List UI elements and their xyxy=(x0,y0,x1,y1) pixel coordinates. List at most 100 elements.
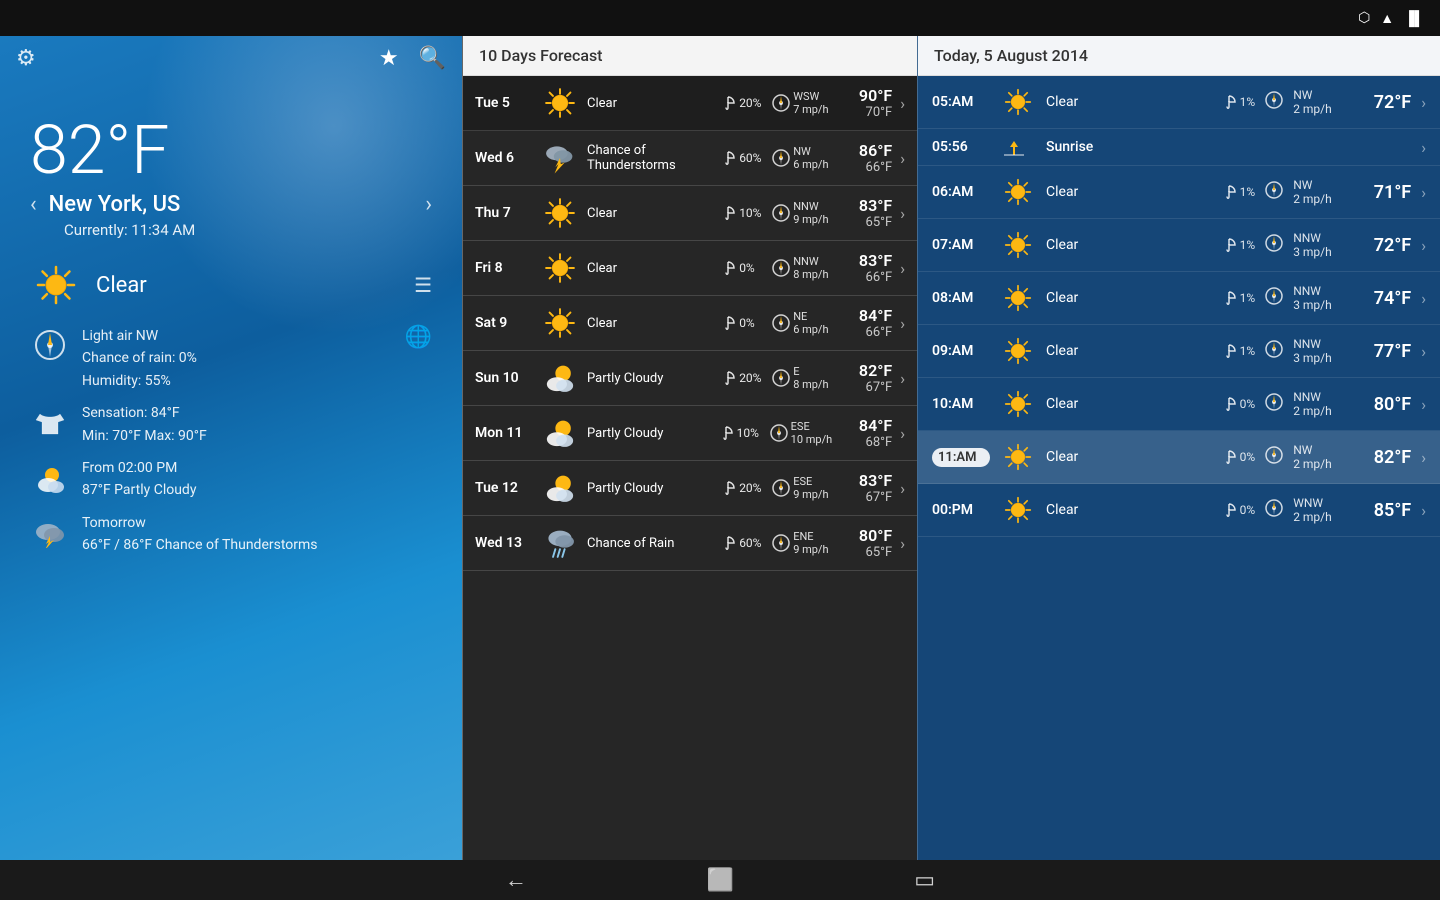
forecast-arrow: › xyxy=(900,479,905,498)
today-arrow: › xyxy=(1421,183,1426,202)
today-panel: Today, 5 August 2014 05:AM Clear 1% NW2 … xyxy=(917,36,1440,860)
today-item[interactable]: 07:AM Clear 1% NNW3 mp/h 72°F › xyxy=(918,219,1440,272)
today-item[interactable]: 09:AM Clear 1% NNW3 mp/h 77°F › xyxy=(918,325,1440,378)
forecast-date: Sun 10 xyxy=(475,370,533,386)
today-wind-info: NNW3 mp/h xyxy=(1293,284,1349,312)
forecast-temps: 84°F 66°F xyxy=(840,306,892,340)
forecast-rain: 20% xyxy=(720,480,764,496)
today-desc: Clear xyxy=(1046,449,1211,465)
forecast-wind: NNW9 mp/h xyxy=(772,200,832,226)
forecast-desc: Clear xyxy=(587,316,712,331)
globe-icon[interactable]: 🌐 xyxy=(405,325,432,350)
today-icon xyxy=(1000,492,1036,528)
sunrise-time: 05:56 xyxy=(932,139,990,155)
forecast-item[interactable]: Tue 12 Partly Cloudy 20% ESE9 mp/h 83°F … xyxy=(463,461,917,516)
battery-icon: ▐▌ xyxy=(1404,10,1424,27)
city-row: ‹ New York, US › xyxy=(30,192,432,217)
today-wind-info: NNW3 mp/h xyxy=(1293,337,1349,365)
today-desc: Clear xyxy=(1046,290,1211,306)
forecast-item[interactable]: Sat 9 Clear 0% NE6 mp/h 84°F 66°F › xyxy=(463,296,917,351)
today-list[interactable]: 05:AM Clear 1% NW2 mp/h 72°F › 05:56 xyxy=(918,76,1440,860)
today-time: 07:AM xyxy=(932,237,990,253)
today-rain: 0% xyxy=(1221,502,1256,518)
forecast-wind: ENE9 mp/h xyxy=(772,530,832,556)
today-wind-info: NW2 mp/h xyxy=(1293,443,1349,471)
prev-city-arrow[interactable]: ‹ xyxy=(30,192,37,217)
forecast-item[interactable]: Tue 5 Clear 20% WSW7 mp/h 90°F 70°F › xyxy=(463,76,917,131)
today-icon xyxy=(1000,280,1036,316)
today-arrow: › xyxy=(1421,289,1426,308)
today-temp: 82°F xyxy=(1359,447,1411,468)
top-right-icons: ★ 🔍 xyxy=(379,46,446,71)
today-rain: 0% xyxy=(1221,396,1256,412)
recents-button[interactable]: ▭ xyxy=(914,868,935,893)
sensation-detail-text: Sensation: 84°F Min: 70°F Max: 90°F xyxy=(82,402,207,447)
today-time: 06:AM xyxy=(932,184,990,200)
star-icon[interactable]: ★ xyxy=(379,46,399,71)
forecast-wind: ESE10 mp/h xyxy=(770,420,833,446)
today-item[interactable]: 11:AM Clear 0% NW2 mp/h 82°F › xyxy=(918,431,1440,484)
home-button[interactable]: ⬜ xyxy=(707,868,734,893)
today-wind-icon xyxy=(1265,393,1283,415)
today-arrow: › xyxy=(1421,236,1426,255)
forecast-day-icon xyxy=(541,414,579,452)
tomorrow-text: Tomorrow 66°F / 86°F Chance of Thunderst… xyxy=(82,512,318,557)
forecast-temps: 82°F 67°F xyxy=(840,361,892,395)
today-wind-icon xyxy=(1265,181,1283,203)
forecast-rain: 60% xyxy=(720,150,764,166)
bluetooth-icon: ⬡ xyxy=(1358,10,1370,26)
today-rain: 1% xyxy=(1221,237,1256,253)
forecast-wind: ESE9 mp/h xyxy=(772,475,832,501)
forecast-item[interactable]: Wed 13 Chance of Rain 60% ENE9 mp/h 80°F… xyxy=(463,516,917,571)
forecast-day-icon xyxy=(541,194,579,232)
today-item[interactable]: 10:AM Clear 0% NNW2 mp/h 80°F › xyxy=(918,378,1440,431)
forecast-item[interactable]: Sun 10 Partly Cloudy 20% E8 mp/h 82°F 67… xyxy=(463,351,917,406)
forecast-day-icon xyxy=(541,469,579,507)
today-time: 11:AM xyxy=(932,448,990,467)
forecast-day-icon xyxy=(541,139,579,177)
today-item[interactable]: 00:PM Clear 0% WNW2 mp/h 85°F › xyxy=(918,484,1440,537)
status-bar: ⬡ ▲ ▐▌ xyxy=(0,0,1440,36)
forecast-wind: WSW7 mp/h xyxy=(772,90,832,116)
forecast-item[interactable]: Thu 7 Clear 10% NNW9 mp/h 83°F 65°F › xyxy=(463,186,917,241)
thunder-icon-sm xyxy=(30,514,70,554)
search-icon[interactable]: 🔍 xyxy=(419,46,446,71)
forecast-item[interactable]: Fri 8 Clear 0% NNW8 mp/h 83°F 66°F › xyxy=(463,241,917,296)
settings-icon[interactable]: ⚙ xyxy=(16,46,36,71)
today-wind-icon xyxy=(1265,499,1283,521)
forecast-rain: 20% xyxy=(720,95,764,111)
today-wind-info: NW2 mp/h xyxy=(1293,88,1349,116)
today-item[interactable]: 08:AM Clear 1% NNW3 mp/h 74°F › xyxy=(918,272,1440,325)
today-item[interactable]: 06:AM Clear 1% NW2 mp/h 71°F › xyxy=(918,166,1440,219)
forecast-date: Wed 6 xyxy=(475,150,533,166)
back-button[interactable]: ← xyxy=(505,867,527,893)
today-icon xyxy=(1000,333,1036,369)
forecast-desc: Partly Cloudy xyxy=(587,481,712,496)
today-wind-info: WNW2 mp/h xyxy=(1293,496,1349,524)
today-wind-info: NW2 mp/h xyxy=(1293,178,1349,206)
today-rain: 0% xyxy=(1221,449,1256,465)
city-name: New York, US xyxy=(49,192,181,217)
shirt-icon xyxy=(30,402,70,442)
forecast-item[interactable]: Mon 11 Partly Cloudy 10% ESE10 mp/h 84°F… xyxy=(463,406,917,461)
today-temp: 72°F xyxy=(1359,92,1411,113)
forecast-day-icon xyxy=(541,84,579,122)
main-area: ⚙ ★ 🔍 82°F ‹ New York, US › Currently: 1… xyxy=(0,36,1440,860)
forecast-list[interactable]: Tue 5 Clear 20% WSW7 mp/h 90°F 70°F › xyxy=(463,76,917,860)
today-time: 08:AM xyxy=(932,290,990,306)
today-time: 00:PM xyxy=(932,502,990,518)
forecast-wind: NE6 mp/h xyxy=(772,310,832,336)
list-icon[interactable]: ☰ xyxy=(414,273,432,297)
today-temp: 72°F xyxy=(1359,235,1411,256)
from-time-text: From 02:00 PM 87°F Partly Cloudy xyxy=(82,457,196,502)
today-desc: Clear xyxy=(1046,396,1211,412)
today-arrow: › xyxy=(1421,448,1426,467)
next-city-arrow[interactable]: › xyxy=(425,192,432,217)
forecast-wind: NW6 mp/h xyxy=(772,145,832,171)
current-temperature: 82°F xyxy=(30,116,432,184)
today-wind-icon xyxy=(1265,91,1283,113)
forecast-item[interactable]: Wed 6 Chance of Thunderstorms 60% NW6 mp… xyxy=(463,131,917,186)
forecast-date: Sat 9 xyxy=(475,315,533,331)
today-item[interactable]: 05:AM Clear 1% NW2 mp/h 72°F › xyxy=(918,76,1440,129)
forecast-arrow: › xyxy=(900,314,905,333)
